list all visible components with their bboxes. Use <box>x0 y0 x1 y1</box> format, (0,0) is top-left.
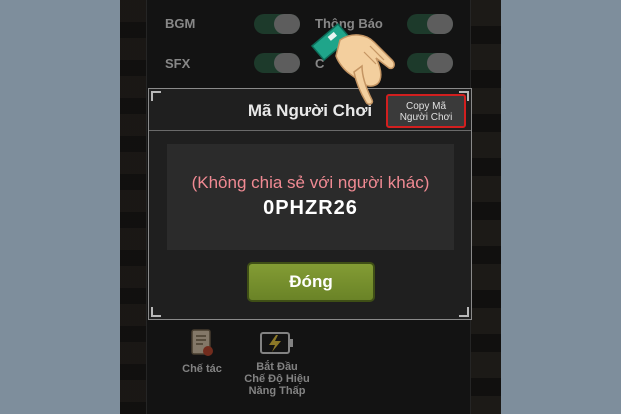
player-code-value: 0PHZR26 <box>263 197 358 219</box>
frame-corner <box>151 307 161 317</box>
frame-corner <box>459 307 469 317</box>
player-code-box: (Không chia sẻ với người khác) 0PHZR26 <box>167 144 454 250</box>
close-button[interactable]: Đóng <box>247 262 375 302</box>
privacy-note: (Không chia sẻ với người khác) <box>191 173 430 192</box>
player-code-dialog: Mã Người Chơi Copy Mã Người Chơi (Không … <box>148 88 472 320</box>
pointing-hand-icon <box>310 22 395 105</box>
copy-button-label-line2: Người Chơi <box>399 112 453 123</box>
right-backdrop <box>501 0 621 414</box>
left-backdrop <box>0 0 120 414</box>
